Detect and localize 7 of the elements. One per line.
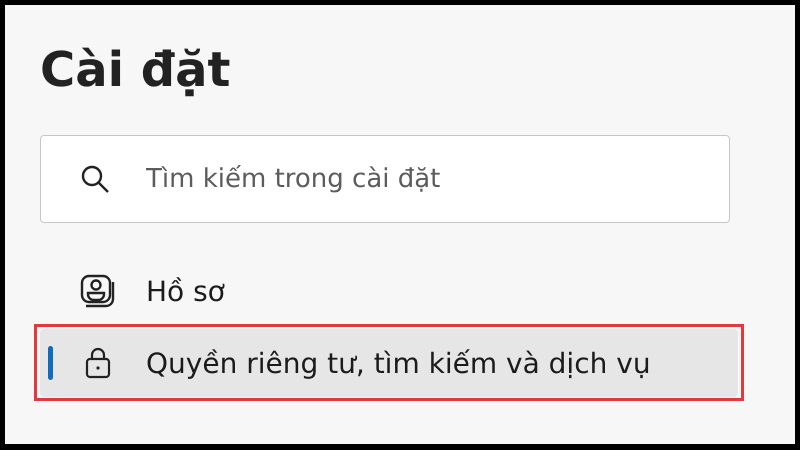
- selection-indicator: [48, 346, 53, 380]
- profile-icon: [80, 274, 116, 308]
- page-title: Cài đặt: [40, 41, 230, 100]
- search-field[interactable]: Tìm kiếm trong cài đặt: [40, 135, 730, 223]
- nav-item[interactable]: Hồ sơ: [40, 257, 738, 325]
- nav-item[interactable]: Quyền riêng tư, tìm kiếm và dịch vụ: [40, 329, 738, 397]
- lock-icon: [85, 347, 111, 379]
